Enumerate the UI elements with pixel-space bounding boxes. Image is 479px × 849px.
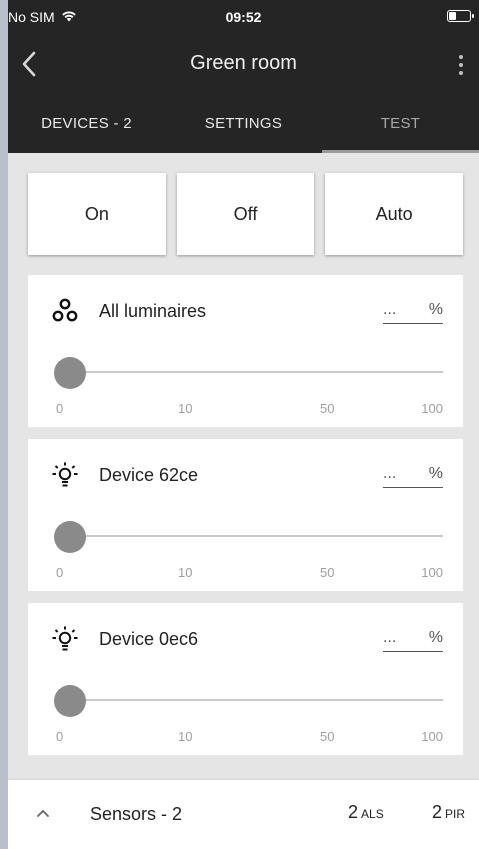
tick-label: 50: [320, 565, 335, 580]
slider-track[interactable]: [58, 371, 443, 373]
title-bar: Green room: [8, 34, 479, 94]
pir-stat: 2 PIR: [432, 802, 465, 823]
mode-buttons: On Off Auto: [28, 173, 464, 255]
lightbulb-icon: [52, 626, 78, 651]
slider-ticks: 0 10 50 100: [56, 565, 443, 581]
percent-field[interactable]: ... %: [383, 629, 443, 652]
tick-label: 0: [56, 565, 64, 580]
percent-value: ...: [383, 629, 397, 646]
tick-label: 50: [320, 729, 335, 744]
carrier-info: No SIM: [8, 9, 77, 25]
percent-unit: %: [428, 301, 443, 318]
percent-field[interactable]: ... %: [383, 465, 443, 488]
carrier-label: No SIM: [8, 9, 55, 25]
lightbulb-icon: [52, 462, 78, 487]
on-button[interactable]: On: [28, 173, 166, 255]
tab-devices[interactable]: DEVICES - 2: [8, 94, 165, 153]
tick-label: 50: [320, 401, 335, 416]
slider-ticks: 0 10 50 100: [56, 729, 443, 745]
tick-label: 10: [178, 565, 193, 580]
app-screen: No SIM 09:52 Green room DEVICES - 2 SETT…: [8, 0, 479, 849]
card-title: Device 62ce: [99, 465, 199, 485]
als-label: ALS: [361, 807, 384, 821]
slider-thumb[interactable]: [54, 685, 86, 717]
tab-test[interactable]: TEST: [322, 94, 479, 153]
tick-label: 100: [421, 565, 443, 580]
percent-unit: %: [428, 629, 443, 646]
tab-bar: DEVICES - 2 SETTINGS TEST: [8, 94, 479, 153]
pir-label: PIR: [444, 807, 465, 821]
back-button[interactable]: [14, 44, 44, 84]
luminaire-card-device-62ce: Device 62ce ... % 0 10 50 100: [28, 439, 463, 591]
chevron-left-icon: [22, 51, 36, 77]
percent-value: ...: [383, 465, 397, 482]
status-bar: No SIM 09:52: [8, 0, 479, 34]
slider-track[interactable]: [58, 699, 443, 701]
slider-ticks: 0 10 50 100: [56, 401, 443, 417]
card-title: Device 0ec6: [99, 629, 199, 649]
tab-settings[interactable]: SETTINGS: [165, 94, 322, 153]
sensors-bar[interactable]: Sensors - 2 2 ALS 2 PIR: [8, 780, 479, 849]
pir-count: 2: [431, 802, 442, 822]
off-button[interactable]: Off: [176, 173, 315, 255]
wifi-icon: [61, 9, 77, 25]
more-options-button[interactable]: [449, 48, 473, 82]
auto-button[interactable]: Auto: [325, 173, 464, 255]
percent-unit: %: [428, 465, 443, 482]
chevron-up-icon[interactable]: [36, 806, 50, 820]
clock: 09:52: [225, 9, 262, 25]
tick-label: 100: [421, 401, 443, 416]
tick-label: 10: [178, 729, 193, 744]
slider-track[interactable]: [58, 535, 443, 537]
top-bar: No SIM 09:52 Green room DEVICES - 2 SETT…: [8, 0, 479, 153]
als-stat: 2 ALS: [348, 802, 384, 823]
als-count: 2: [348, 802, 359, 822]
tick-label: 0: [56, 729, 64, 744]
main-content: On Off Auto All luminaires ... % 0 10 50…: [8, 153, 479, 755]
slider-thumb[interactable]: [54, 357, 86, 389]
tick-label: 100: [421, 729, 443, 744]
card-title: All luminaires: [99, 301, 207, 321]
luminaire-card-device-0ec6: Device 0ec6 ... % 0 10 50 100: [28, 603, 463, 755]
percent-value: ...: [383, 301, 397, 318]
slider-thumb[interactable]: [54, 521, 86, 553]
tick-label: 10: [178, 401, 193, 416]
page-title: Green room: [190, 52, 297, 74]
sensors-label: Sensors - 2: [90, 804, 183, 824]
luminaire-card-all: All luminaires ... % 0 10 50 100: [28, 275, 463, 427]
tick-label: 0: [56, 401, 64, 416]
percent-field[interactable]: ... %: [383, 301, 443, 324]
battery-icon: [447, 10, 474, 22]
group-icon: [52, 298, 78, 322]
left-edge: [0, 0, 8, 849]
